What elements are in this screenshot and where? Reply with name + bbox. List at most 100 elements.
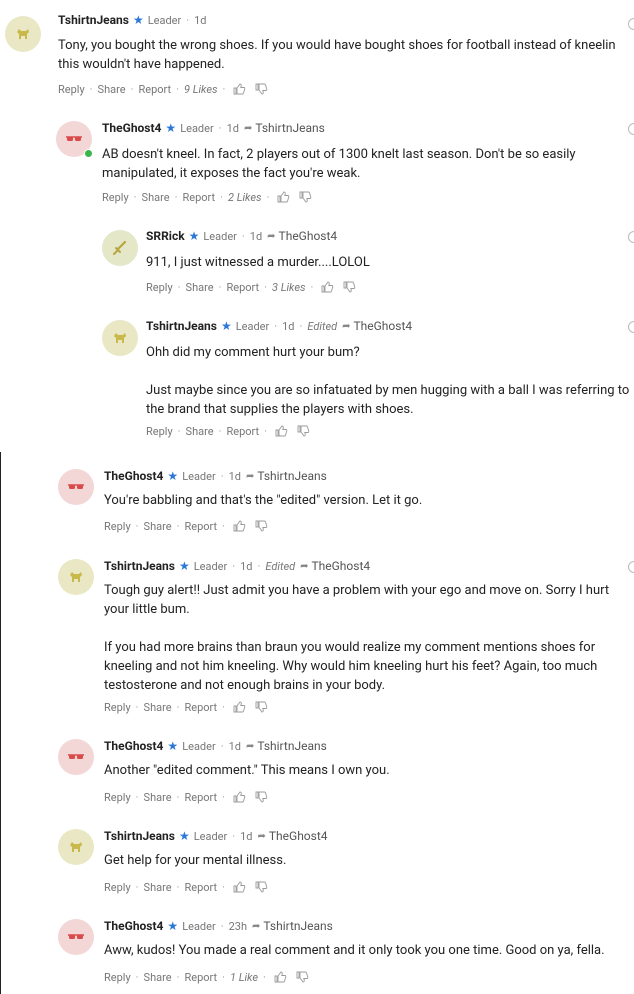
username[interactable]: TheGhost4 xyxy=(102,121,161,135)
report-link[interactable]: Report xyxy=(182,191,215,204)
username[interactable]: TheGhost4 xyxy=(104,739,163,753)
avatar[interactable] xyxy=(102,230,138,266)
timestamp[interactable]: 1d xyxy=(240,830,252,843)
report-link[interactable]: Report xyxy=(184,881,217,894)
comment-paragraph: Tough guy alert!! Just admit you have a … xyxy=(104,583,610,617)
reply-link[interactable]: Reply xyxy=(146,281,173,294)
report-link[interactable]: Report xyxy=(226,281,259,294)
username[interactable]: TshirtnJeans xyxy=(146,319,217,333)
reply-to-username[interactable]: TshirtnJeans xyxy=(257,739,326,753)
avatar[interactable] xyxy=(58,739,94,775)
comment-menu-icon[interactable] xyxy=(628,18,634,30)
comment-menu-icon[interactable] xyxy=(628,123,634,135)
username[interactable]: TheGhost4 xyxy=(104,469,163,483)
thumbs-down-icon[interactable] xyxy=(296,424,310,438)
likes-count[interactable]: 1 Like xyxy=(230,971,258,984)
reply-link[interactable]: Reply xyxy=(104,791,131,804)
thumbs-down-icon[interactable] xyxy=(254,519,268,533)
share-link[interactable]: Share xyxy=(186,425,214,438)
timestamp[interactable]: 1d xyxy=(227,122,239,135)
reply-link[interactable]: Reply xyxy=(104,701,131,714)
comment-actions: Reply · Share · Report · 9 Likes · xyxy=(58,82,268,96)
report-link[interactable]: Report xyxy=(184,520,217,533)
comment-menu-icon[interactable] xyxy=(628,231,634,243)
reply-to-username[interactable]: TheGhost4 xyxy=(279,229,338,243)
timestamp[interactable]: 1d xyxy=(250,230,262,243)
username[interactable]: TshirtnJeans xyxy=(58,13,129,27)
thumbs-down-icon[interactable] xyxy=(254,700,268,714)
reply-to-username[interactable]: TheGhost4 xyxy=(269,829,328,843)
thumbs-down-icon[interactable] xyxy=(254,790,268,804)
comment-menu-icon[interactable] xyxy=(628,561,634,573)
username[interactable]: TshirtnJeans xyxy=(104,559,175,573)
thumbs-up-icon[interactable] xyxy=(232,82,246,96)
leader-badge: Leader xyxy=(182,919,216,933)
reply-to-username[interactable]: TheGhost4 xyxy=(312,559,371,573)
leader-badge: Leader xyxy=(235,319,270,333)
thumbs-up-icon[interactable] xyxy=(276,190,290,204)
reply-link[interactable]: Reply xyxy=(58,83,85,96)
comment-menu-icon[interactable] xyxy=(628,321,634,333)
reply-link[interactable]: Reply xyxy=(102,191,129,204)
reply-link[interactable]: Reply xyxy=(104,520,131,533)
timestamp[interactable]: 23h xyxy=(229,920,247,933)
share-link[interactable]: Share xyxy=(144,971,172,984)
share-link[interactable]: Share xyxy=(186,281,214,294)
thumbs-up-icon[interactable] xyxy=(232,700,246,714)
avatar[interactable] xyxy=(102,320,138,356)
thumbs-down-icon[interactable] xyxy=(298,190,312,204)
thumbs-up-icon[interactable] xyxy=(273,970,287,984)
share-link[interactable]: Share xyxy=(144,791,172,804)
share-link[interactable]: Share xyxy=(144,520,172,533)
thumbs-up-icon[interactable] xyxy=(232,880,246,894)
timestamp[interactable]: 1d xyxy=(240,560,252,573)
comment-actions: Reply · Share · Report · 1 Like · xyxy=(104,970,309,984)
edited-label: Edited xyxy=(307,319,338,333)
reply-link[interactable]: Reply xyxy=(104,881,131,894)
thumbs-down-icon[interactable] xyxy=(342,280,356,294)
dog-avatar-icon xyxy=(68,569,84,585)
avatar[interactable] xyxy=(58,919,94,955)
avatar[interactable] xyxy=(56,121,93,158)
report-link[interactable]: Report xyxy=(184,791,217,804)
thumbs-down-icon[interactable] xyxy=(295,970,309,984)
avatar[interactable] xyxy=(58,559,94,595)
reply-to-username[interactable]: TshirtnJeans xyxy=(263,919,332,933)
timestamp[interactable]: 1d xyxy=(229,470,241,483)
username[interactable]: TshirtnJeans xyxy=(104,829,175,843)
share-link[interactable]: Share xyxy=(144,881,172,894)
thumbs-up-icon[interactable] xyxy=(320,280,334,294)
thumbs-up-icon[interactable] xyxy=(232,790,246,804)
report-link[interactable]: Report xyxy=(184,701,217,714)
report-link[interactable]: Report xyxy=(184,971,217,984)
share-link[interactable]: Share xyxy=(98,83,126,96)
reply-to-username[interactable]: TshirtnJeans xyxy=(257,469,326,483)
comment-paragraph: Aww, kudos! You made a real comment and … xyxy=(104,943,605,958)
thumbs-up-icon[interactable] xyxy=(232,519,246,533)
username[interactable]: SRRick xyxy=(146,229,185,243)
avatar[interactable] xyxy=(58,469,94,505)
thumbs-down-icon[interactable] xyxy=(254,82,268,96)
share-link[interactable]: Share xyxy=(142,191,170,204)
reply-to-username[interactable]: TheGhost4 xyxy=(354,319,413,333)
likes-count[interactable]: 3 Likes xyxy=(272,281,306,294)
avatar[interactable] xyxy=(58,829,94,865)
share-link[interactable]: Share xyxy=(144,701,172,714)
separator-dot: · xyxy=(218,280,222,294)
username[interactable]: TheGhost4 xyxy=(104,919,163,933)
timestamp[interactable]: 1d xyxy=(229,740,241,753)
reply-link[interactable]: Reply xyxy=(146,425,173,438)
report-link[interactable]: Report xyxy=(226,425,259,438)
thumbs-up-icon[interactable] xyxy=(274,424,288,438)
reply-link[interactable]: Reply xyxy=(104,971,131,984)
report-link[interactable]: Report xyxy=(138,83,171,96)
timestamp[interactable]: 1d xyxy=(282,320,294,333)
likes-count[interactable]: 2 Likes xyxy=(228,191,262,204)
comment-actions: Reply · Share · Report · 3 Likes · xyxy=(146,280,356,294)
avatar[interactable] xyxy=(5,16,41,52)
likes-count[interactable]: 9 Likes xyxy=(184,83,218,96)
separator-dot: · xyxy=(222,790,225,804)
timestamp[interactable]: 1d xyxy=(194,14,206,27)
reply-to-username[interactable]: TshirtnJeans xyxy=(255,121,324,135)
thumbs-down-icon[interactable] xyxy=(254,880,268,894)
